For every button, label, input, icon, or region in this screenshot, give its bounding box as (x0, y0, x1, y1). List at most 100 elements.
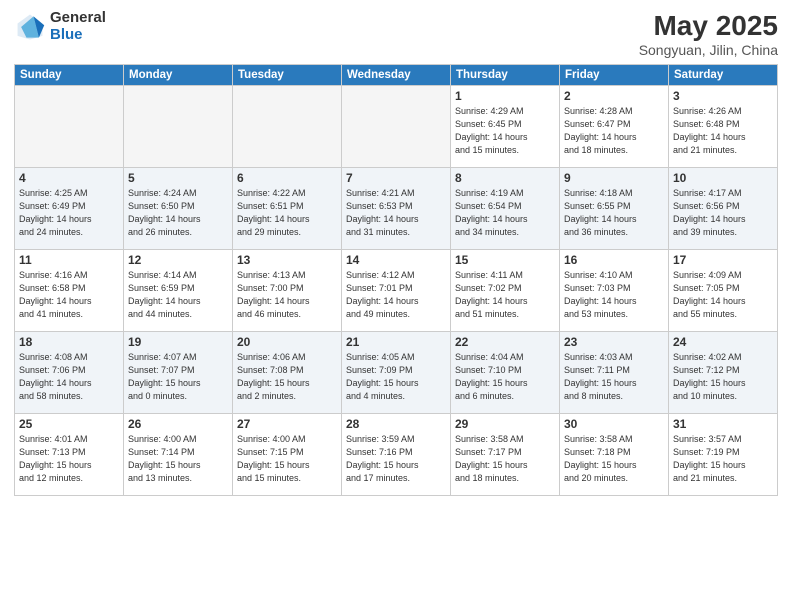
day-number: 20 (237, 335, 337, 349)
day-number: 30 (564, 417, 664, 431)
table-row: 13 Sunrise: 4:13 AM Sunset: 7:00 PM Dayli… (233, 250, 342, 332)
day-info: Sunrise: 4:12 AM Sunset: 7:01 PM Dayligh… (346, 269, 446, 321)
day-number: 19 (128, 335, 228, 349)
calendar-week-2: 4Sunrise: 4:25 AM Sunset: 6:49 PM Daylig… (15, 168, 778, 250)
table-row (342, 86, 451, 168)
page: General Blue May 2025 Songyuan, Jilin, C… (0, 0, 792, 612)
day-info: Sunrise: 4:00 AM Sunset: 7:14 PM Dayligh… (128, 433, 228, 485)
table-row: 31 Sunrise: 3:57 AM Sunset: 7:19 PM Dayli… (669, 414, 778, 496)
logo-general: General (50, 10, 106, 27)
day-info: Sunrise: 4:21 AM Sunset: 6:53 PM Dayligh… (346, 187, 446, 239)
table-row: 20Sunrise: 4:06 AM Sunset: 7:08 PM Dayli… (233, 332, 342, 414)
day-number: 5 (128, 171, 228, 185)
day-number: 27 (237, 417, 337, 431)
table-row: 15 Sunrise: 4:11 AM Sunset: 7:02 PM Dayli… (451, 250, 560, 332)
day-number: 10 (673, 171, 773, 185)
day-info: Sunrise: 4:14 AM Sunset: 6:59 PM Dayligh… (128, 269, 228, 321)
day-info: Sunrise: 4:24 AM Sunset: 6:50 PM Dayligh… (128, 187, 228, 239)
col-thursday: Thursday (451, 65, 560, 86)
title-block: May 2025 Songyuan, Jilin, China (639, 10, 778, 58)
table-row: 6 Sunrise: 4:22 AM Sunset: 6:51 PM Daylig… (233, 168, 342, 250)
day-info: Sunrise: 4:02 AM Sunset: 7:12 PM Dayligh… (673, 351, 773, 403)
day-number: 6 (237, 171, 337, 185)
day-number: 24 (673, 335, 773, 349)
logo: General Blue (14, 10, 106, 43)
day-info: Sunrise: 4:09 AM Sunset: 7:05 PM Dayligh… (673, 269, 773, 321)
table-row: 10 Sunrise: 4:17 AM Sunset: 6:56 PM Dayli… (669, 168, 778, 250)
col-monday: Monday (124, 65, 233, 86)
title-month: May 2025 (639, 10, 778, 42)
day-info: Sunrise: 4:28 AM Sunset: 6:47 PM Dayligh… (564, 105, 664, 157)
col-saturday: Saturday (669, 65, 778, 86)
table-row: 5 Sunrise: 4:24 AM Sunset: 6:50 PM Daylig… (124, 168, 233, 250)
day-info: Sunrise: 4:22 AM Sunset: 6:51 PM Dayligh… (237, 187, 337, 239)
table-row (233, 86, 342, 168)
table-row: 7 Sunrise: 4:21 AM Sunset: 6:53 PM Daylig… (342, 168, 451, 250)
day-info: Sunrise: 4:19 AM Sunset: 6:54 PM Dayligh… (455, 187, 555, 239)
day-number: 2 (564, 89, 664, 103)
table-row: 30 Sunrise: 3:58 AM Sunset: 7:18 PM Dayli… (560, 414, 669, 496)
calendar-week-5: 25Sunrise: 4:01 AM Sunset: 7:13 PM Dayli… (15, 414, 778, 496)
day-info: Sunrise: 4:08 AM Sunset: 7:06 PM Dayligh… (19, 351, 119, 403)
day-info: Sunrise: 4:26 AM Sunset: 6:48 PM Dayligh… (673, 105, 773, 157)
day-info: Sunrise: 3:59 AM Sunset: 7:16 PM Dayligh… (346, 433, 446, 485)
table-row: 27Sunrise: 4:00 AM Sunset: 7:15 PM Dayli… (233, 414, 342, 496)
day-number: 9 (564, 171, 664, 185)
day-number: 28 (346, 417, 446, 431)
day-number: 1 (455, 89, 555, 103)
table-row: 21 Sunrise: 4:05 AM Sunset: 7:09 PM Dayli… (342, 332, 451, 414)
table-row (124, 86, 233, 168)
day-number: 14 (346, 253, 446, 267)
table-row: 3Sunrise: 4:26 AM Sunset: 6:48 PM Daylig… (669, 86, 778, 168)
day-number: 31 (673, 417, 773, 431)
day-number: 11 (19, 253, 119, 267)
calendar-header-row: Sunday Monday Tuesday Wednesday Thursday… (15, 65, 778, 86)
day-info: Sunrise: 4:25 AM Sunset: 6:49 PM Dayligh… (19, 187, 119, 239)
table-row: 2 Sunrise: 4:28 AM Sunset: 6:47 PM Daylig… (560, 86, 669, 168)
table-row: 4Sunrise: 4:25 AM Sunset: 6:49 PM Daylig… (15, 168, 124, 250)
day-number: 12 (128, 253, 228, 267)
table-row: 19Sunrise: 4:07 AM Sunset: 7:07 PM Dayli… (124, 332, 233, 414)
table-row: 14 Sunrise: 4:12 AM Sunset: 7:01 PM Dayli… (342, 250, 451, 332)
day-number: 23 (564, 335, 664, 349)
table-row: 25Sunrise: 4:01 AM Sunset: 7:13 PM Dayli… (15, 414, 124, 496)
calendar-week-3: 11Sunrise: 4:16 AM Sunset: 6:58 PM Dayli… (15, 250, 778, 332)
table-row: 22 Sunrise: 4:04 AM Sunset: 7:10 PM Dayli… (451, 332, 560, 414)
title-location: Songyuan, Jilin, China (639, 42, 778, 58)
day-number: 15 (455, 253, 555, 267)
col-friday: Friday (560, 65, 669, 86)
day-info: Sunrise: 4:29 AM Sunset: 6:45 PM Dayligh… (455, 105, 555, 157)
day-number: 13 (237, 253, 337, 267)
day-info: Sunrise: 4:05 AM Sunset: 7:09 PM Dayligh… (346, 351, 446, 403)
day-number: 22 (455, 335, 555, 349)
col-tuesday: Tuesday (233, 65, 342, 86)
table-row: 12 Sunrise: 4:14 AM Sunset: 6:59 PM Dayli… (124, 250, 233, 332)
day-number: 29 (455, 417, 555, 431)
header: General Blue May 2025 Songyuan, Jilin, C… (14, 10, 778, 58)
day-info: Sunrise: 3:58 AM Sunset: 7:17 PM Dayligh… (455, 433, 555, 485)
day-number: 17 (673, 253, 773, 267)
day-info: Sunrise: 4:11 AM Sunset: 7:02 PM Dayligh… (455, 269, 555, 321)
table-row: 9 Sunrise: 4:18 AM Sunset: 6:55 PM Daylig… (560, 168, 669, 250)
day-number: 21 (346, 335, 446, 349)
table-row (15, 86, 124, 168)
table-row: 8Sunrise: 4:19 AM Sunset: 6:54 PM Daylig… (451, 168, 560, 250)
day-number: 16 (564, 253, 664, 267)
table-row: 28 Sunrise: 3:59 AM Sunset: 7:16 PM Dayli… (342, 414, 451, 496)
day-info: Sunrise: 4:03 AM Sunset: 7:11 PM Dayligh… (564, 351, 664, 403)
table-row: 1 Sunrise: 4:29 AM Sunset: 6:45 PM Daylig… (451, 86, 560, 168)
day-number: 7 (346, 171, 446, 185)
table-row: 11Sunrise: 4:16 AM Sunset: 6:58 PM Dayli… (15, 250, 124, 332)
day-info: Sunrise: 4:04 AM Sunset: 7:10 PM Dayligh… (455, 351, 555, 403)
day-info: Sunrise: 4:13 AM Sunset: 7:00 PM Dayligh… (237, 269, 337, 321)
day-info: Sunrise: 3:58 AM Sunset: 7:18 PM Dayligh… (564, 433, 664, 485)
logo-text: General Blue (50, 10, 106, 43)
day-info: Sunrise: 4:01 AM Sunset: 7:13 PM Dayligh… (19, 433, 119, 485)
table-row: 17 Sunrise: 4:09 AM Sunset: 7:05 PM Dayli… (669, 250, 778, 332)
day-info: Sunrise: 4:18 AM Sunset: 6:55 PM Dayligh… (564, 187, 664, 239)
day-info: Sunrise: 4:10 AM Sunset: 7:03 PM Dayligh… (564, 269, 664, 321)
day-info: Sunrise: 3:57 AM Sunset: 7:19 PM Dayligh… (673, 433, 773, 485)
table-row: 24 Sunrise: 4:02 AM Sunset: 7:12 PM Dayli… (669, 332, 778, 414)
day-info: Sunrise: 4:17 AM Sunset: 6:56 PM Dayligh… (673, 187, 773, 239)
day-number: 18 (19, 335, 119, 349)
